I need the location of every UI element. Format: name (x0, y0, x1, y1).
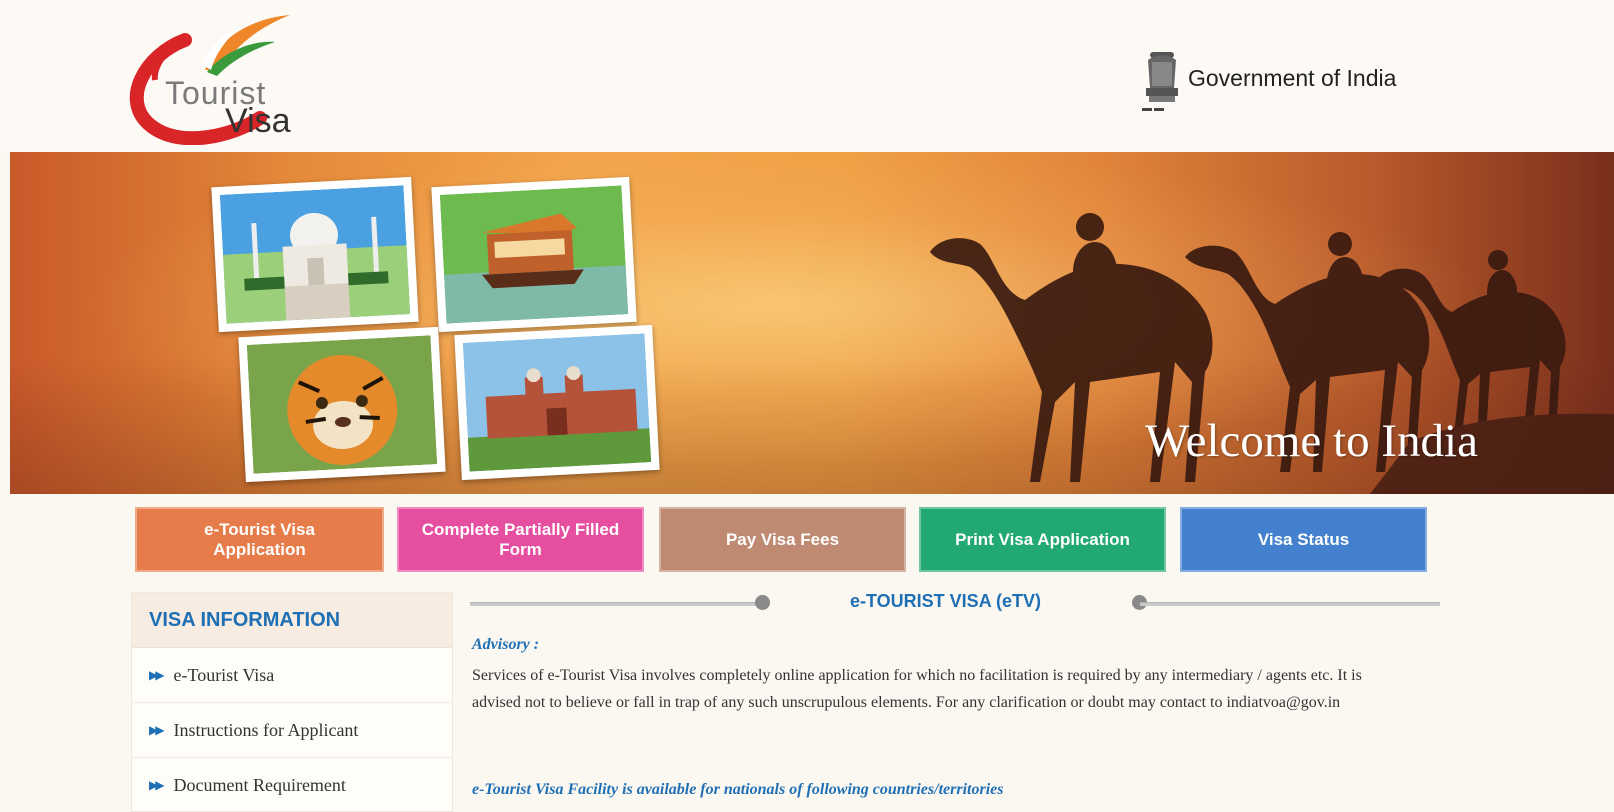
action-button-row: e-Tourist Visa Application Complete Part… (0, 507, 1614, 573)
sidebar-item-label: e-Tourist Visa (173, 664, 275, 685)
complete-partially-filled-form-button[interactable]: Complete Partially Filled Form (397, 507, 644, 572)
button-label: e-Tourist Visa Application (204, 519, 315, 559)
section-divider-left (470, 602, 760, 606)
visa-status-button[interactable]: Visa Status (1180, 507, 1427, 572)
taj-mahal-photo (211, 176, 419, 333)
logo-text-visa: Visa (225, 102, 291, 140)
sidebar-item-label: Instructions for Applicant (173, 719, 359, 740)
sidebar-heading: VISA INFORMATION (132, 593, 452, 648)
national-emblem-icon (1142, 52, 1178, 111)
visa-information-sidebar: VISA INFORMATION ▶▶ e-Tourist Visa ▶▶ In… (131, 592, 453, 812)
advisory-text: Services of e-Tourist Visa involves comp… (472, 667, 1362, 711)
double-chevron-icon: ▶▶ (149, 723, 165, 737)
section-title: e-TOURIST VISA (eTV) (850, 591, 1042, 611)
sidebar-item-label: Document Requirement (173, 774, 346, 795)
main-content: e-TOURIST VISA (eTV) Advisory : Services… (470, 588, 1440, 812)
tiger-photo (238, 326, 446, 483)
page: Tourist Visa Government of India Welcome… (0, 0, 1614, 812)
government-branding: Government of India (1140, 48, 1396, 120)
facility-heading: e-Tourist Visa Facility is available for… (472, 781, 1004, 798)
red-fort-photo (454, 324, 660, 481)
government-title: Government of India (1188, 64, 1397, 91)
double-chevron-icon: ▶▶ (149, 778, 165, 792)
sidebar-item-document-requirement[interactable]: ▶▶ Document Requirement (132, 758, 452, 812)
double-chevron-icon: ▶▶ (149, 668, 165, 682)
sidebar-item-instructions[interactable]: ▶▶ Instructions for Applicant (132, 703, 452, 758)
divider-dot-left (755, 595, 770, 610)
button-label: Print Visa Application (955, 529, 1130, 549)
hero-banner: Welcome to India (10, 152, 1614, 494)
button-label: Complete Partially Filled Form (421, 519, 620, 559)
header: Tourist Visa Government of India (0, 0, 1614, 152)
etourist-visa-application-button[interactable]: e-Tourist Visa Application (135, 507, 384, 572)
etourist-visa-logo[interactable]: Tourist Visa (125, 10, 325, 146)
button-label: Pay Visa Fees (725, 529, 840, 549)
houseboat-photo (431, 176, 637, 333)
print-visa-application-button[interactable]: Print Visa Application (919, 507, 1166, 572)
welcome-heading: Welcome to India (1145, 415, 1478, 467)
button-label: Visa Status (1257, 529, 1350, 549)
section-divider-right (1140, 602, 1440, 606)
advisory-label: Advisory : (472, 636, 540, 653)
pay-visa-fees-button[interactable]: Pay Visa Fees (659, 507, 906, 572)
sidebar-item-etourist-visa[interactable]: ▶▶ e-Tourist Visa (132, 648, 452, 703)
